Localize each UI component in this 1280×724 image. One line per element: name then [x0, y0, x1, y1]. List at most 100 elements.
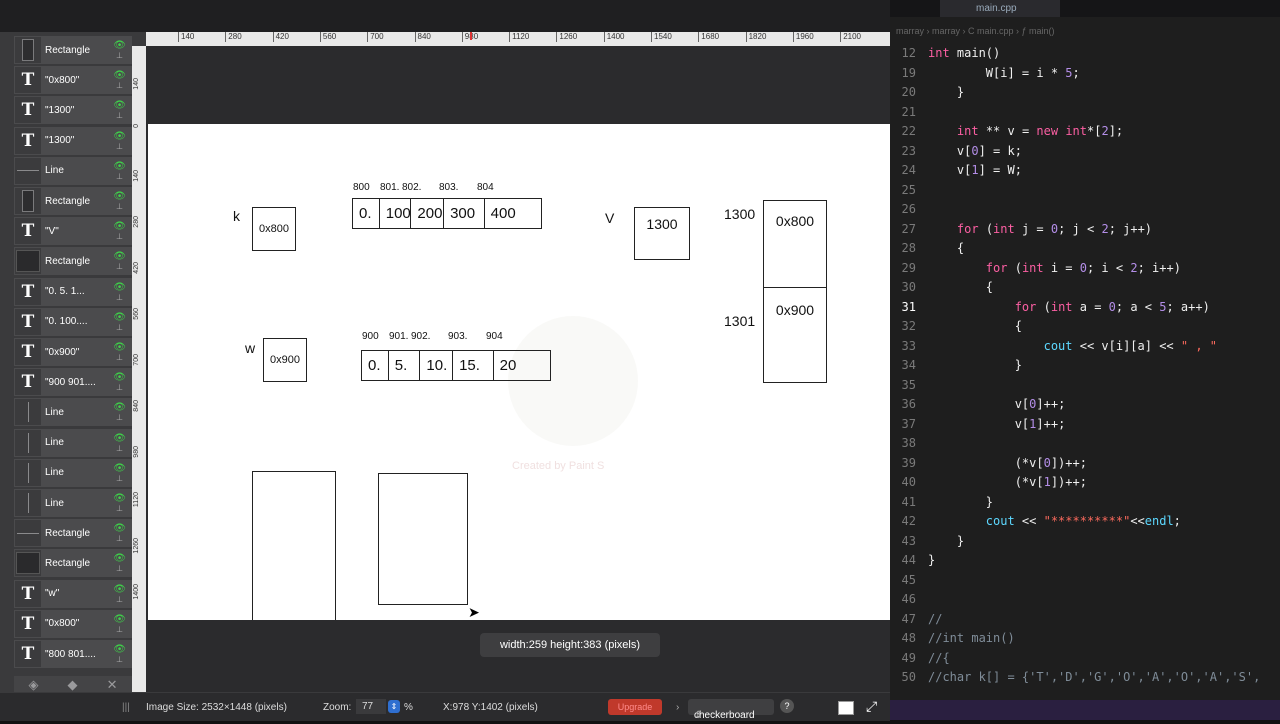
layer-item[interactable]: Rectangle 👁 ⊥	[14, 247, 132, 276]
code-line[interactable]: 49 //{	[890, 649, 1280, 668]
layer-item[interactable]: T "0x800" 👁 ⊥	[14, 66, 132, 95]
lock-icon[interactable]: ⊥	[116, 564, 123, 573]
layer-item[interactable]: T "0. 100.... 👁 ⊥	[14, 307, 132, 336]
code-line[interactable]: 29 for (int i = 0; i < 2; i++)	[890, 259, 1280, 278]
layer-item[interactable]: Line 👁 ⊥	[14, 428, 132, 457]
lock-icon[interactable]: ⊥	[116, 413, 123, 422]
lock-icon[interactable]: ⊥	[116, 293, 123, 302]
visibility-eye-icon[interactable]: 👁	[113, 312, 126, 323]
array-cell[interactable]: 20	[494, 351, 550, 380]
code-line[interactable]: 32 {	[890, 317, 1280, 336]
code-line[interactable]: 35	[890, 376, 1280, 395]
code-line[interactable]: 41 }	[890, 493, 1280, 512]
code-line[interactable]: 26	[890, 200, 1280, 219]
address-label[interactable]: 801.	[380, 182, 399, 193]
box-v[interactable]: 1300	[634, 207, 690, 260]
layer-item[interactable]: T "V" 👁 ⊥	[14, 217, 132, 246]
label-w[interactable]: w	[245, 340, 255, 356]
visibility-eye-icon[interactable]: 👁	[113, 221, 126, 232]
layer-item[interactable]: T "800 801.... 👁 ⊥	[14, 640, 132, 668]
lock-icon[interactable]: ⊥	[116, 111, 123, 120]
tab-main-cpp[interactable]: main.cpp	[940, 0, 1060, 17]
layer-item[interactable]: T "0. 5. 1... 👁 ⊥	[14, 277, 132, 306]
array-k[interactable]: 0.100.200300400	[352, 198, 542, 229]
visibility-eye-icon[interactable]: 👁	[113, 493, 126, 504]
code-line[interactable]: 39 (*v[0])++;	[890, 454, 1280, 473]
lock-icon[interactable]: ⊥	[116, 353, 123, 362]
address-label[interactable]: 803.	[439, 182, 458, 193]
array-cell[interactable]: 200	[411, 199, 445, 228]
addr-1301[interactable]: 1301	[724, 313, 755, 329]
visibility-eye-icon[interactable]: 👁	[113, 402, 126, 413]
code-line[interactable]: 19 W[i] = i * 5;	[890, 64, 1280, 83]
layer-item[interactable]: Rectangle 👁 ⊥	[14, 187, 132, 215]
code-line[interactable]: 34 }	[890, 356, 1280, 375]
code-line[interactable]: 46	[890, 590, 1280, 609]
zoom-stepper-icon[interactable]: ⇕	[388, 700, 400, 713]
lock-icon[interactable]: ⊥	[116, 595, 123, 604]
lock-icon[interactable]: ⊥	[116, 323, 123, 332]
addr-1300[interactable]: 1300	[724, 206, 755, 222]
code-line[interactable]: 36 v[0]++;	[890, 395, 1280, 414]
zoom-input[interactable]: 77	[356, 699, 386, 714]
array-cell[interactable]: 300	[444, 199, 485, 228]
code-line[interactable]: 27 for (int j = 0; j < 2; j++)	[890, 220, 1280, 239]
lock-icon[interactable]: ⊥	[116, 262, 123, 271]
visibility-eye-icon[interactable]: 👁	[113, 251, 126, 262]
lock-icon[interactable]: ⊥	[116, 383, 123, 392]
lock-icon[interactable]: ⊥	[116, 142, 123, 151]
breadcrumb[interactable]: marray › marray › C main.cpp › ƒ main()	[890, 22, 1280, 40]
delete-layer-icon[interactable]: ✕	[107, 677, 118, 693]
visibility-eye-icon[interactable]: 👁	[113, 70, 126, 81]
code-line[interactable]: 21	[890, 103, 1280, 122]
code-line[interactable]: 20 }	[890, 83, 1280, 102]
visibility-eye-icon[interactable]: 👁	[113, 584, 126, 595]
cell-v-0[interactable]: 0x800	[763, 200, 827, 288]
array-cell[interactable]: 100.	[380, 199, 412, 228]
array-cell[interactable]: 0.	[362, 351, 389, 380]
code-line[interactable]: 31 for (int a = 0; a < 5; a++)	[890, 298, 1280, 317]
layer-item[interactable]: Rectangle 👁 ⊥	[14, 36, 132, 64]
code-line[interactable]: 12 int main()	[890, 44, 1280, 63]
lock-icon[interactable]: ⊥	[116, 474, 123, 483]
address-label[interactable]: 804	[477, 182, 494, 193]
array-cell[interactable]: 5.	[389, 351, 421, 380]
label-k[interactable]: k	[233, 208, 240, 224]
address-label[interactable]: 900	[362, 331, 379, 342]
cell-v-1[interactable]: 0x900	[763, 287, 827, 383]
visibility-eye-icon[interactable]: 👁	[113, 372, 126, 383]
visibility-eye-icon[interactable]: 👁	[113, 614, 126, 625]
layer-item[interactable]: T "900 901.... 👁 ⊥	[14, 368, 132, 397]
layer-item[interactable]: T "0x900" 👁 ⊥	[14, 338, 132, 366]
layer-item[interactable]: Rectangle 👁 ⊥	[14, 519, 132, 548]
drawing-canvas[interactable]: Created by Paint S k 0x800 800 801. 802. 80…	[148, 124, 890, 620]
layer-item[interactable]: Rectangle 👁 ⊥	[14, 549, 132, 578]
code-line[interactable]: 23 v[0] = k;	[890, 142, 1280, 161]
layer-group-icon[interactable]: ◆	[68, 677, 78, 693]
array-w[interactable]: 0. 5. 10. 15. 20	[361, 350, 551, 381]
layer-item[interactable]: T "1300" 👁 ⊥	[14, 96, 132, 125]
code-line[interactable]: 33 cout << v[i][a] << " , "	[890, 337, 1280, 356]
code-line[interactable]: 30 {	[890, 278, 1280, 297]
fullscreen-icon[interactable]: ⤢	[866, 698, 877, 715]
code-line[interactable]: 28 {	[890, 239, 1280, 258]
lock-icon[interactable]: ⊥	[116, 202, 123, 211]
code-line[interactable]: 45	[890, 571, 1280, 590]
layer-item[interactable]: T "0x800" 👁 ⊥	[14, 609, 132, 638]
code-line[interactable]: 50 //char k[] = {'T','D','G','O','A','O',…	[890, 668, 1280, 687]
empty-rectangle-2[interactable]	[378, 473, 468, 605]
code-line[interactable]: 42 cout << "**********"<<endl;	[890, 512, 1280, 531]
visibility-eye-icon[interactable]: 👁	[113, 342, 126, 353]
visibility-eye-icon[interactable]: 👁	[113, 553, 126, 564]
layer-item[interactable]: T "w" 👁 ⊥	[14, 579, 132, 608]
visibility-eye-icon[interactable]: 👁	[113, 131, 126, 142]
box-k[interactable]: 0x800	[252, 207, 296, 251]
label-v[interactable]: V	[605, 210, 614, 226]
visibility-eye-icon[interactable]: 👁	[113, 433, 126, 444]
visibility-eye-icon[interactable]: 👁	[113, 523, 126, 534]
array-cell[interactable]: 15.	[453, 351, 494, 380]
layer-item[interactable]: Line 👁 ⊥	[14, 489, 132, 517]
lock-icon[interactable]: ⊥	[116, 655, 123, 664]
layer-item[interactable]: Line 👁 ⊥	[14, 458, 132, 487]
address-label[interactable]: 904	[486, 331, 503, 342]
